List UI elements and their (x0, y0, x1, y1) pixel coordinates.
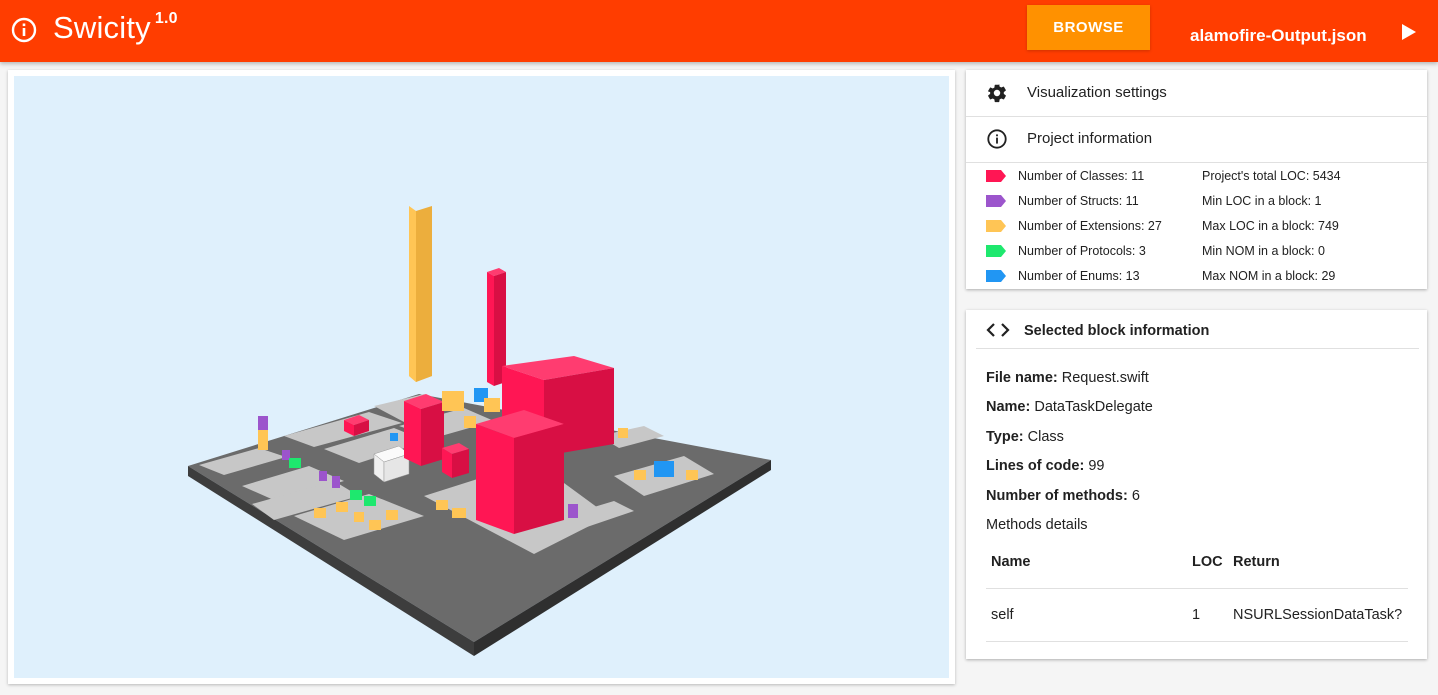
table-divider (986, 641, 1408, 642)
block-name-value: DataTaskDelegate (1034, 399, 1153, 415)
table-header-loc: LOC (1192, 554, 1223, 570)
building-extension (686, 470, 698, 480)
building-extension (386, 510, 398, 520)
selected-block-title: Selected block information (1024, 323, 1210, 339)
play-icon[interactable] (1400, 22, 1418, 42)
building-class (452, 449, 469, 478)
building-extension (618, 428, 628, 438)
building-struct (568, 504, 578, 518)
table-header-return: Return (1233, 554, 1280, 570)
building-class (421, 402, 444, 466)
project-info-card: Visualization settings Project informati… (966, 70, 1427, 289)
legend-row: Number of Extensions: 27 Max LOC in a bl… (966, 216, 1427, 241)
app-title: Swicity 1.0 (53, 9, 178, 45)
loaded-filename: alamofire-Output.json (1190, 26, 1367, 45)
building-protocol (350, 490, 362, 500)
building-struct (258, 416, 268, 430)
struct-tag-icon (986, 195, 1006, 207)
building-extension-tower (416, 206, 432, 382)
project-information-label: Project information (1027, 130, 1153, 147)
visualization-settings-row[interactable]: Visualization settings (966, 70, 1427, 116)
gear-icon (988, 84, 1006, 103)
building-extension-tower (409, 206, 416, 382)
building-protocol (289, 458, 301, 468)
lines-of-code-value: 99 (1088, 458, 1105, 474)
project-information-row[interactable]: Project information (966, 116, 1427, 162)
table-divider (986, 588, 1408, 589)
stat-label: Project's total LOC: 5434 (1202, 169, 1341, 183)
building-class (404, 401, 421, 466)
file-name-line: File name: Request.swift (986, 370, 1149, 386)
building-enum (654, 461, 674, 477)
protocol-tag-icon (986, 245, 1006, 257)
legend-label: Number of Structs: 11 (1018, 194, 1139, 208)
city-visualization-canvas[interactable] (14, 76, 949, 678)
city-visualization-card (8, 70, 955, 684)
legend-label: Number of Extensions: 27 (1018, 219, 1162, 233)
divider (966, 162, 1427, 163)
extension-tag-icon (986, 220, 1006, 232)
table-header-name: Name (991, 554, 1031, 570)
legend-row: Number of Structs: 11 Min LOC in a block… (966, 191, 1427, 216)
stat-label: Min LOC in a block: 1 (1202, 194, 1322, 208)
building-extension (354, 512, 364, 522)
class-tag-icon (986, 170, 1006, 182)
city-3d-scene[interactable] (14, 76, 949, 678)
building-extension (442, 391, 464, 411)
legend-label: Number of Protocols: 3 (1018, 244, 1146, 258)
table-cell-loc: 1 (1192, 607, 1201, 623)
number-of-methods-value: 6 (1131, 488, 1140, 504)
building-enum (390, 433, 398, 441)
selected-block-card: Selected block information File name: Re… (966, 310, 1427, 659)
table-cell-name: self (991, 607, 1014, 623)
lines-of-code-line: Lines of code: 99 (986, 458, 1105, 474)
building-struct (332, 476, 340, 488)
legend-row: Number of Protocols: 3 Min NOM in a bloc… (966, 241, 1427, 266)
file-name-value: Request.swift (1061, 370, 1149, 386)
legend-row: Number of Enums: 13 Max NOM in a block: … (966, 266, 1427, 291)
number-of-methods-line: Number of methods: 6 (986, 488, 1140, 504)
app-version: 1.0 (154, 9, 178, 27)
building-extension (484, 398, 500, 412)
stat-label: Max NOM in a block: 29 (1202, 269, 1336, 283)
block-type-value: Class (1027, 429, 1064, 445)
table-cell-return: NSURLSessionDataTask? (1233, 607, 1403, 623)
browse-button[interactable]: BROWSE (1027, 5, 1150, 50)
legend-label: Number of Enums: 13 (1018, 269, 1140, 283)
building-extension (314, 508, 326, 518)
building-extension (369, 520, 381, 530)
legend-row: Number of Classes: 11 Project's total LO… (966, 166, 1427, 191)
app-bar: Swicity 1.0 BROWSE alamofire-Output.json (0, 0, 1438, 62)
legend-label: Number of Classes: 11 (1018, 169, 1145, 183)
block-type-line: Type: Class (986, 429, 1064, 445)
info-icon[interactable] (10, 16, 38, 44)
code-icon (986, 323, 1010, 337)
visualization-settings-label: Visualization settings (1027, 84, 1167, 101)
building-extension (436, 500, 448, 510)
building-extension (452, 508, 466, 518)
building-extension (336, 502, 348, 512)
block-name-line: Name: DataTaskDelegate (986, 399, 1153, 415)
enum-tag-icon (986, 270, 1006, 282)
building-struct (319, 471, 327, 481)
building-extension (258, 430, 268, 450)
building-extension (634, 470, 646, 480)
building-protocol (364, 496, 376, 506)
building-struct (282, 450, 290, 460)
methods-details-label: Methods details (986, 517, 1088, 533)
building-class-selected (514, 424, 564, 534)
stat-label: Max LOC in a block: 749 (1202, 219, 1339, 233)
stat-label: Min NOM in a block: 0 (1202, 244, 1325, 258)
building-class-tower (487, 272, 494, 386)
building-extension (464, 416, 476, 428)
divider (976, 348, 1419, 349)
building-class-selected (476, 424, 514, 534)
info-icon (987, 129, 1007, 149)
